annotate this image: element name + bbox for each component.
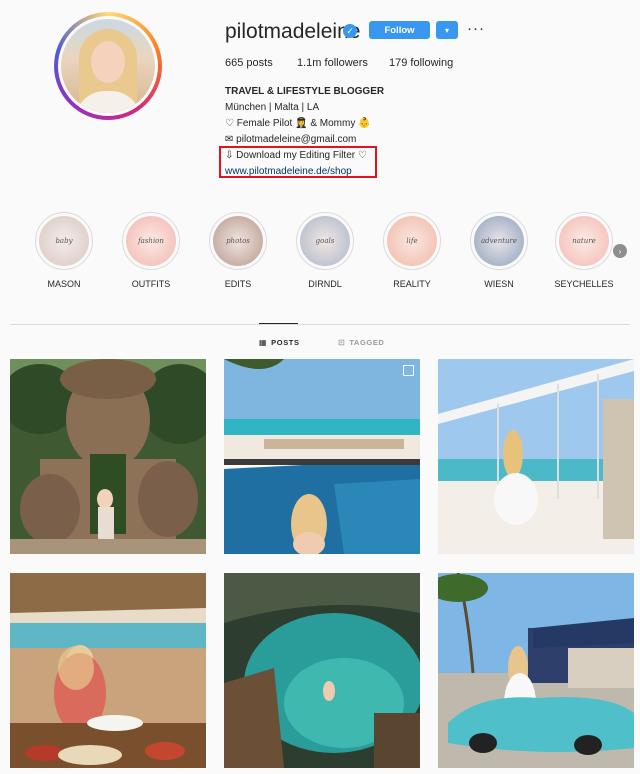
suggestions-dropdown-button[interactable]: ▾ xyxy=(436,21,458,39)
post-thumbnail[interactable] xyxy=(10,359,206,554)
post-thumbnail[interactable] xyxy=(224,573,420,768)
tab-posts[interactable]: ▦ POSTS xyxy=(259,338,300,347)
verified-badge-icon: ✓ xyxy=(343,24,357,38)
post-image xyxy=(438,359,634,554)
avatar-face xyxy=(91,41,125,83)
highlight-item[interactable]: life REALITY xyxy=(372,212,452,289)
post-thumbnail[interactable] xyxy=(438,573,634,768)
tab-tagged[interactable]: ⊡ TAGGED xyxy=(338,338,384,347)
posts-count: 665 posts xyxy=(225,57,273,69)
highlight-label: REALITY xyxy=(393,279,431,289)
highlight-ring: life xyxy=(383,212,441,270)
highlight-label: DIRNDL xyxy=(308,279,342,289)
following-count[interactable]: 179 following xyxy=(389,57,453,69)
following-count-label: following xyxy=(410,57,454,69)
highlight-item[interactable]: adventure WIESN xyxy=(459,212,539,289)
bio-name: TRAVEL & LIFESTYLE BLOGGER xyxy=(225,86,385,97)
annotation-highlight-box xyxy=(219,146,377,178)
follow-button[interactable]: Follow xyxy=(369,21,430,39)
highlight-ring: photos xyxy=(209,212,267,270)
highlight-item[interactable]: photos EDITS xyxy=(198,212,278,289)
post-image xyxy=(10,359,206,554)
avatar-frame xyxy=(58,16,158,116)
highlight-item[interactable]: fashion OUTFITS xyxy=(111,212,191,289)
avatar-photo xyxy=(61,19,155,113)
post-image xyxy=(438,573,634,768)
highlight-cover: life xyxy=(387,216,437,266)
highlight-item[interactable]: nature SEYCHELLES xyxy=(544,212,624,289)
highlight-cover: photos xyxy=(213,216,263,266)
post-thumbnail[interactable] xyxy=(224,359,420,554)
highlight-ring: fashion xyxy=(122,212,180,270)
highlight-ring: goals xyxy=(296,212,354,270)
story-highlights: baby MASON fashion OUTFITS photos EDITS … xyxy=(0,212,640,292)
post-image xyxy=(224,573,420,768)
followers-count[interactable]: 1.1m followers xyxy=(297,57,368,69)
highlights-next-icon[interactable]: › xyxy=(613,244,627,258)
posts-count-value: 665 xyxy=(225,57,244,69)
post-thumbnail[interactable] xyxy=(438,359,634,554)
profile-avatar[interactable] xyxy=(54,12,162,120)
highlight-ring: adventure xyxy=(470,212,528,270)
followers-count-label: followers xyxy=(324,57,368,69)
carousel-icon xyxy=(403,365,414,376)
posts-count-label: posts xyxy=(246,57,273,69)
highlight-cover: goals xyxy=(300,216,350,266)
highlight-item[interactable]: goals DIRNDL xyxy=(285,212,365,289)
highlight-ring: baby xyxy=(35,212,93,270)
post-image xyxy=(224,359,420,554)
highlight-label: EDITS xyxy=(224,279,252,289)
more-options-icon[interactable]: ··· xyxy=(467,21,485,36)
grid-icon: ▦ xyxy=(259,338,268,347)
bio-description: ♡ Female Pilot 👩‍✈️ & Mommy 👶 xyxy=(225,118,371,129)
highlight-label: WIESN xyxy=(484,279,514,289)
tabs-divider xyxy=(10,324,630,325)
highlight-item[interactable]: baby MASON xyxy=(24,212,104,289)
tab-posts-label: POSTS xyxy=(271,338,300,347)
post-image xyxy=(10,573,206,768)
followers-count-value: 1.1m xyxy=(297,57,322,69)
tagged-icon: ⊡ xyxy=(338,338,346,347)
tab-tagged-label: TAGGED xyxy=(349,338,385,347)
highlight-label: MASON xyxy=(47,279,81,289)
highlight-cover: nature xyxy=(559,216,609,266)
post-thumbnail[interactable] xyxy=(10,573,206,768)
highlight-cover: adventure xyxy=(474,216,524,266)
highlight-label: SEYCHELLES xyxy=(554,279,614,289)
highlight-cover: fashion xyxy=(126,216,176,266)
active-tab-indicator xyxy=(259,323,298,324)
highlight-ring: nature xyxy=(555,212,613,270)
highlight-label: OUTFITS xyxy=(131,279,171,289)
highlight-cover: baby xyxy=(39,216,89,266)
profile-username: pilotmadeleine xyxy=(225,20,361,43)
following-count-value: 179 xyxy=(389,57,408,69)
bio-location: München | Malta | LA xyxy=(225,102,320,113)
